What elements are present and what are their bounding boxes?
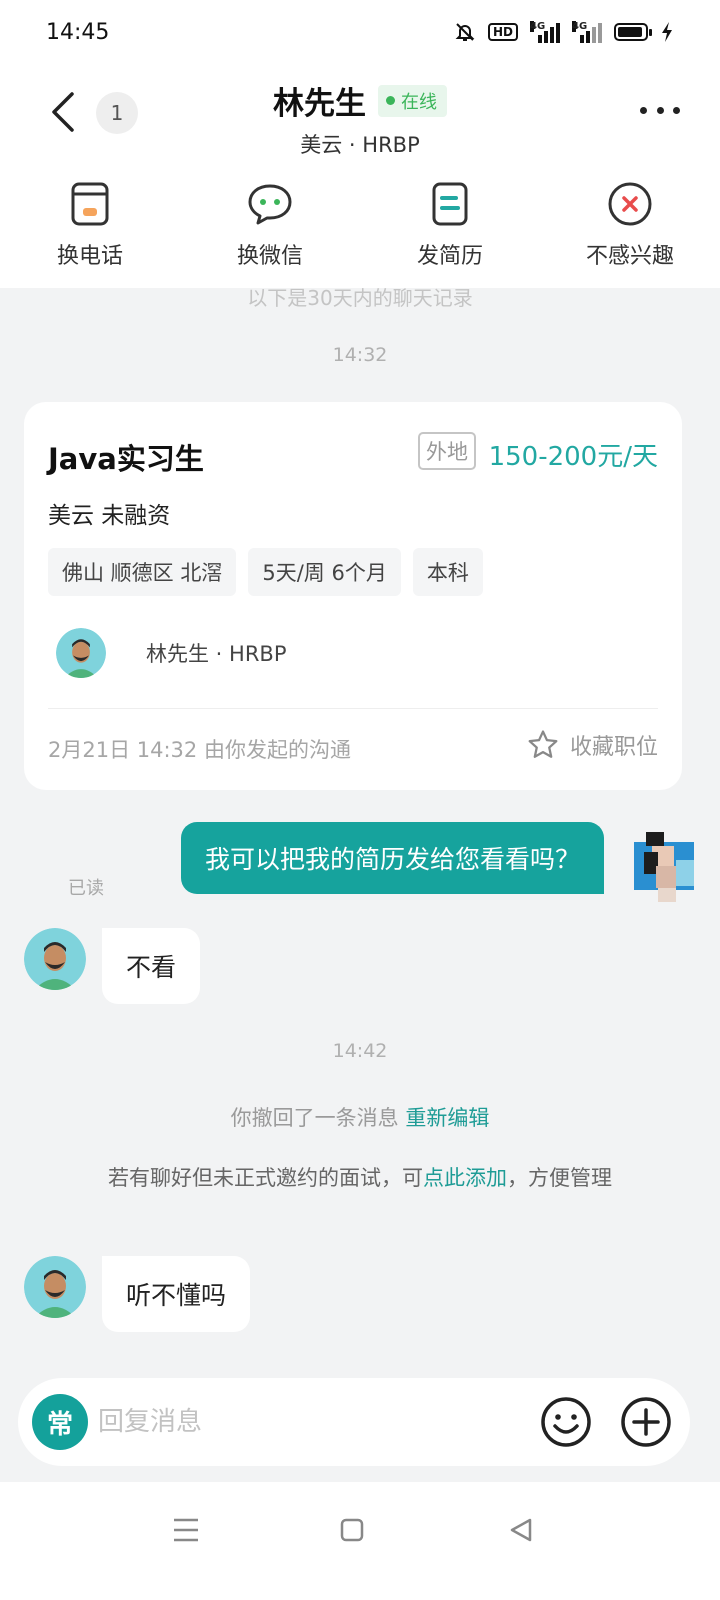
favorite-job-button[interactable]: 收藏职位	[526, 728, 658, 762]
contact-title: 林先生 在线 美云 · HRBP	[0, 78, 720, 159]
send-resume-button[interactable]: 发简历	[360, 160, 540, 288]
contact-name: 林先生	[273, 86, 366, 122]
re-edit-link[interactable]: 重新编辑	[405, 1106, 489, 1130]
input-box: 常	[18, 1378, 690, 1466]
signal-label: 4G	[530, 21, 546, 32]
more-dot-icon	[656, 106, 664, 114]
message-bubble: 听不懂吗	[102, 1256, 251, 1332]
hd-icon: HD	[487, 23, 518, 41]
more-dot-icon	[673, 106, 680, 114]
star-icon	[528, 730, 558, 758]
job-tag: 佛山 顺德区 北滘	[48, 548, 237, 596]
message-bubble: 不看	[102, 928, 201, 1004]
message-input-bar: 常	[0, 1364, 720, 1482]
menu-icon[interactable]	[166, 1510, 206, 1550]
online-dot-icon	[386, 96, 395, 105]
chat-messages[interactable]: 以下是30天内的聊天记录 14:32 Java实习生 外地 150-200元/天…	[0, 288, 720, 1364]
job-tags: 佛山 顺德区 北滘 5天/周 6个月 本科	[48, 548, 483, 596]
outgoing-message[interactable]: 我可以把我的简历发给您看看吗？	[180, 822, 604, 894]
status-bar: 14:45 HD 4G 4G	[0, 0, 720, 64]
resume-icon	[432, 182, 468, 226]
system-nav-bar	[0, 1482, 720, 1600]
online-label: 在线	[401, 91, 437, 113]
timestamp: 14:42	[332, 1040, 388, 1062]
job-card[interactable]: Java实习生 外地 150-200元/天 美云 未融资 佛山 顺德区 北滘 5…	[24, 402, 682, 790]
incoming-message[interactable]: 听不懂吗	[24, 1256, 251, 1332]
incoming-message[interactable]: 不看	[24, 928, 201, 1004]
quick-actions-bar: 换电话 换微信 发简历 不感兴趣	[0, 160, 720, 288]
not-interested-button[interactable]: 不感兴趣	[540, 160, 720, 288]
exchange-wechat-button[interactable]: 换微信	[180, 160, 360, 288]
home-icon[interactable]	[332, 1510, 372, 1550]
emoji-icon[interactable]	[538, 1394, 594, 1450]
action-label: 发简历	[416, 244, 483, 269]
more-dot-icon	[640, 106, 647, 114]
reply-input[interactable]	[98, 1398, 518, 1446]
status-time: 14:45	[46, 19, 110, 45]
online-status-badge: 在线	[378, 84, 447, 117]
message-bubble: 我可以把我的简历发给您看看吗？	[180, 822, 604, 894]
common-phrases-button[interactable]: 常	[32, 1394, 88, 1450]
back-triangle-icon[interactable]	[500, 1510, 540, 1550]
signal-icon-2: 4G	[572, 21, 602, 43]
job-company: 美云 未融资	[48, 503, 171, 529]
history-note: 以下是30天内的聊天记录	[247, 288, 473, 310]
action-label: 换电话	[56, 244, 123, 269]
job-salary: 150-200元/天	[488, 442, 658, 472]
job-title: Java实习生	[48, 442, 204, 476]
signal-icon-1: 4G	[530, 21, 560, 43]
mute-bell-icon	[454, 21, 476, 43]
timestamp: 14:32	[332, 344, 388, 366]
exchange-phone-button[interactable]: 换电话	[0, 160, 180, 288]
interview-note-text: ，方便管理	[507, 1166, 612, 1190]
card-divider	[48, 708, 658, 709]
chat-start-note: 2月21日 14:32 由你发起的沟通	[48, 738, 351, 762]
contact-avatar	[24, 928, 86, 990]
not-interested-icon	[608, 182, 652, 226]
contact-avatar	[24, 1256, 86, 1318]
job-tag: 本科	[412, 548, 483, 596]
action-label: 换微信	[236, 244, 303, 269]
contact-company-role: 美云 · HRBP	[300, 133, 420, 157]
job-tag: 5天/周 6个月	[248, 548, 401, 596]
favorite-label: 收藏职位	[569, 735, 658, 760]
wechat-icon	[248, 184, 292, 225]
recall-text: 你撤回了一条消息	[230, 1106, 399, 1130]
chat-header: 1 林先生 在线 美云 · HRBP	[0, 64, 720, 160]
read-status: 已读	[68, 878, 104, 899]
recruiter-avatar	[56, 628, 106, 678]
remote-location-tag: 外地	[418, 432, 476, 470]
add-interview-link[interactable]: 点此添加	[423, 1166, 507, 1190]
phone-icon	[71, 182, 109, 226]
recall-notice: 你撤回了一条消息 重新编辑	[0, 1102, 720, 1132]
interview-note: 若有聊好但未正式邀约的面试，可点此添加，方便管理	[100, 1162, 620, 1194]
interview-note-text: 若有聊好但未正式邀约的面试，可	[108, 1166, 423, 1190]
signal-label: 4G	[572, 21, 588, 32]
battery-icon	[614, 23, 652, 41]
action-label: 不感兴趣	[585, 244, 674, 269]
self-avatar[interactable]	[634, 832, 694, 902]
charging-icon	[660, 21, 674, 43]
recruiter-row: 林先生 · HRBP	[56, 628, 286, 678]
more-options-button[interactable]	[640, 100, 680, 120]
status-icons: HD 4G 4G	[454, 21, 674, 43]
recruiter-name: 林先生 · HRBP	[146, 642, 287, 666]
plus-icon[interactable]	[618, 1394, 674, 1450]
